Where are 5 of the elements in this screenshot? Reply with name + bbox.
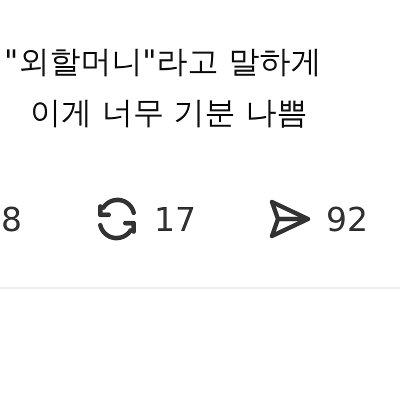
share-count: 92	[326, 200, 368, 238]
post-text: 이게 너무 기분 나쁨	[29, 94, 309, 133]
like-count: 8	[1, 200, 22, 238]
repost-count: 17	[154, 200, 196, 238]
post-text: "외할머니"라고 말하게	[3, 43, 322, 82]
